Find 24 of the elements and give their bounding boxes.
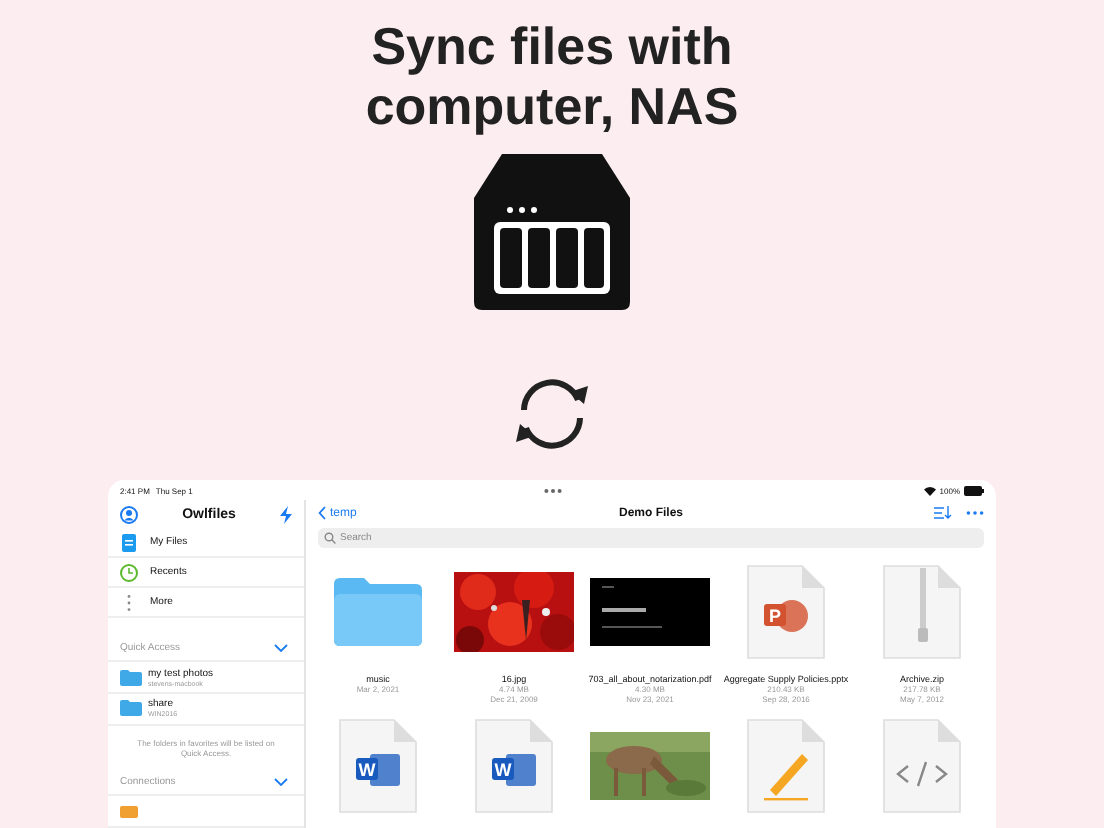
lightning-icon[interactable] [280, 505, 292, 523]
headline: computer, NAS [365, 76, 739, 136]
document-icon[interactable]: W [474, 718, 554, 814]
chevron-icon[interactable] [274, 778, 288, 786]
folder-icon [120, 669, 142, 686]
headline: Sync files with [371, 16, 733, 76]
document-icon [120, 533, 138, 552]
document-icon[interactable]: P [746, 563, 826, 659]
search-icon [324, 531, 336, 543]
back-icon [318, 506, 326, 521]
more-icon[interactable] [966, 510, 984, 517]
sort-icon[interactable] [934, 506, 952, 521]
drive-icon [120, 805, 138, 818]
folder-icon[interactable] [334, 577, 422, 645]
account-icon[interactable] [120, 505, 138, 523]
document-icon[interactable]: W [338, 718, 418, 814]
battery-icon [964, 485, 984, 495]
folder-icon [120, 700, 142, 717]
chevron-icon[interactable] [274, 643, 288, 652]
more-icon[interactable] [544, 488, 562, 494]
wifi-icon [923, 485, 936, 495]
nas-icon [470, 150, 634, 314]
clock-icon [120, 563, 138, 582]
document-icon[interactable] [882, 718, 962, 814]
